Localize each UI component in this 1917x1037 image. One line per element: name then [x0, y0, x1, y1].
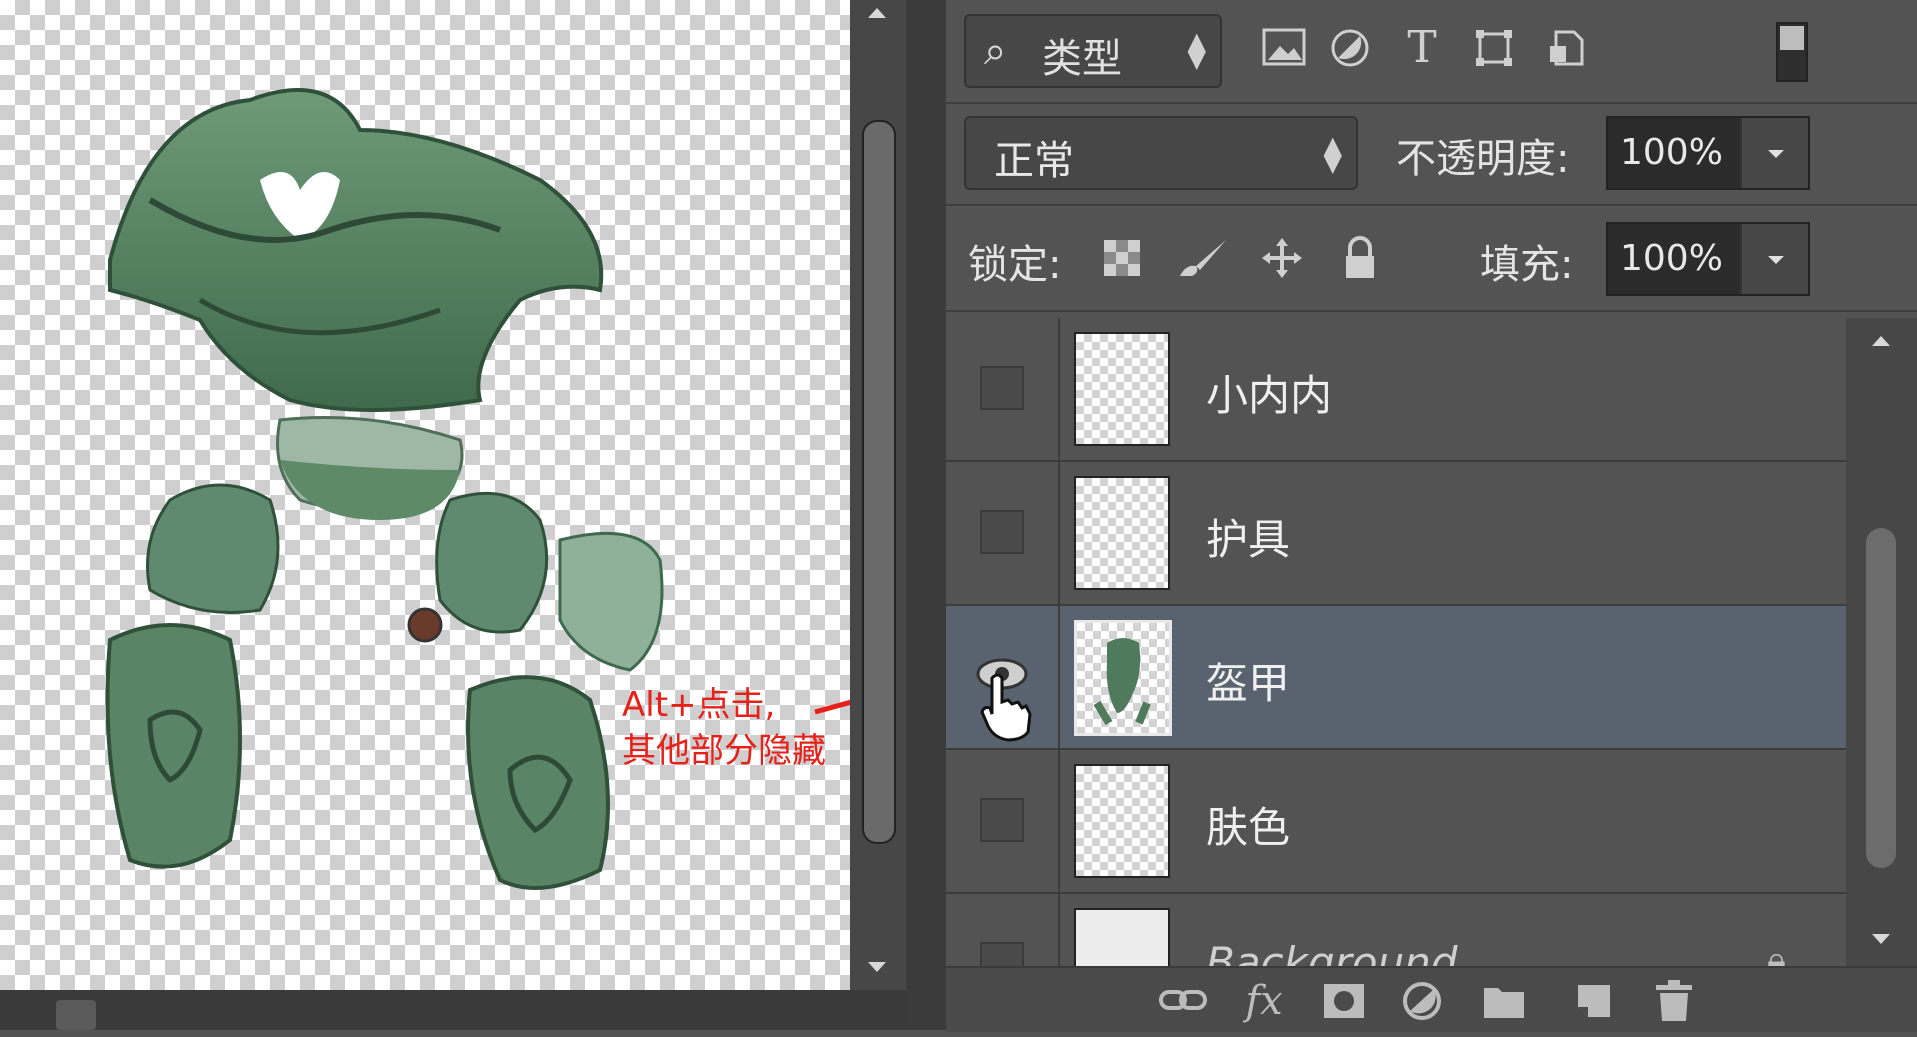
fill-label: 填充:: [1480, 242, 1574, 288]
canvas-status-bar: [0, 990, 906, 1030]
filter-type-select[interactable]: ⌕ 类型 ▲ ▼: [964, 14, 1222, 88]
lock-icon: 🔒︎: [1766, 940, 1786, 966]
layer-row[interactable]: Background 🔒︎: [946, 894, 1846, 966]
layer-thumbnail: [1074, 764, 1170, 878]
lock-position-move-icon[interactable]: [1256, 230, 1308, 286]
visibility-toggle[interactable]: [980, 510, 1024, 554]
opacity-dropdown-icon[interactable]: [1740, 118, 1808, 188]
new-layer-icon[interactable]: [1566, 974, 1622, 1028]
layer-row[interactable]: 护具: [946, 462, 1846, 606]
image-filter-icon[interactable]: [1258, 20, 1310, 76]
lock-row: 锁定: 填充: 100%: [946, 206, 1917, 312]
fx-icon[interactable]: fx: [1236, 974, 1292, 1028]
hand-cursor-icon: [980, 673, 1032, 742]
annotation-line2: 其他部分隐藏: [622, 731, 826, 771]
fill-value: 100%: [1620, 238, 1723, 279]
layer-thumbnail: [1074, 908, 1170, 966]
visibility-toggle[interactable]: [980, 798, 1024, 842]
layer-row[interactable]: 小内内: [946, 318, 1846, 462]
smart-object-filter-icon[interactable]: [1540, 20, 1592, 76]
layer-name[interactable]: 盔甲: [1206, 650, 1290, 711]
document-icon[interactable]: [56, 1000, 96, 1030]
layer-name[interactable]: Background: [1206, 938, 1458, 966]
layer-thumbnail: [1074, 332, 1170, 446]
armor-artwork: [105, 88, 850, 890]
scroll-up-arrow-icon[interactable]: [868, 8, 886, 18]
annotation-text: Alt+点击, 其他部分隐藏: [622, 682, 826, 774]
layers-panel: ⌕ 类型 ▲ ▼ T 正常 ▲ ▼ 不透明度: 100% 锁定: 填充: 100…: [946, 0, 1917, 1032]
opacity-label: 不透明度:: [1396, 136, 1570, 182]
filter-bar: ⌕ 类型 ▲ ▼ T: [946, 0, 1917, 104]
adjustment-filter-icon[interactable]: [1324, 20, 1376, 76]
layers-list: 小内内 护具 盔甲 肤色 Background 🔒︎: [946, 318, 1846, 966]
scroll-down-arrow-icon[interactable]: [868, 962, 886, 972]
trash-icon[interactable]: [1646, 974, 1702, 1028]
text-filter-icon[interactable]: T: [1396, 20, 1448, 76]
blend-mode-select[interactable]: 正常 ▲ ▼: [964, 116, 1358, 190]
panel-divider: [906, 0, 946, 1030]
visibility-column[interactable]: [946, 894, 1060, 966]
opacity-field[interactable]: 100%: [1606, 116, 1810, 190]
visibility-toggle[interactable]: [980, 942, 1024, 966]
fill-dropdown-icon[interactable]: [1740, 224, 1808, 294]
filter-type-label: 类型: [1042, 36, 1122, 82]
scroll-thumb[interactable]: [1866, 528, 1896, 868]
layer-thumbnail: [1074, 620, 1172, 736]
lock-label: 锁定:: [968, 242, 1062, 288]
layer-row[interactable]: 肤色: [946, 750, 1846, 894]
annotation-line1: Alt+点击,: [622, 685, 776, 725]
document-canvas[interactable]: Alt+点击, 其他部分隐藏: [0, 0, 850, 990]
blend-row: 正常 ▲ ▼ 不透明度: 100%: [946, 104, 1917, 206]
visibility-toggle[interactable]: [980, 366, 1024, 410]
visibility-column[interactable]: [946, 462, 1060, 604]
link-icon[interactable]: [1156, 974, 1212, 1028]
lock-image-pixels-brush-icon[interactable]: [1176, 230, 1228, 286]
visibility-column[interactable]: [946, 750, 1060, 892]
lock-transparent-pixels-icon[interactable]: [1096, 230, 1148, 286]
blend-mode-label: 正常: [994, 138, 1074, 184]
filter-toggle[interactable]: [1776, 22, 1808, 82]
layers-scrollbar[interactable]: [1846, 318, 1917, 966]
layer-thumbnail: [1074, 476, 1170, 590]
mask-icon[interactable]: [1316, 974, 1372, 1028]
shape-filter-icon[interactable]: [1468, 20, 1520, 76]
layer-name[interactable]: 肤色: [1206, 794, 1290, 855]
layers-footer: fx: [946, 966, 1917, 1032]
canvas-vertical-scrollbar[interactable]: [850, 0, 906, 990]
scroll-down-arrow-icon[interactable]: [1872, 934, 1890, 944]
layer-name[interactable]: 小内内: [1206, 362, 1332, 423]
layer-row-selected[interactable]: 盔甲: [946, 606, 1846, 750]
layer-name[interactable]: 护具: [1206, 506, 1290, 567]
updown-arrows-icon: ▲ ▼: [1323, 131, 1342, 177]
adjustment-icon[interactable]: [1396, 974, 1452, 1028]
scroll-up-arrow-icon[interactable]: [1872, 336, 1890, 346]
opacity-value: 100%: [1620, 132, 1723, 173]
lock-all-icon[interactable]: [1334, 230, 1386, 286]
updown-arrows-icon: ▲ ▼: [1187, 27, 1206, 73]
fill-field[interactable]: 100%: [1606, 222, 1810, 296]
scroll-thumb[interactable]: [862, 120, 896, 844]
magnifier-icon: ⌕: [984, 28, 1007, 74]
folder-icon[interactable]: [1476, 974, 1532, 1028]
visibility-column[interactable]: [946, 318, 1060, 460]
